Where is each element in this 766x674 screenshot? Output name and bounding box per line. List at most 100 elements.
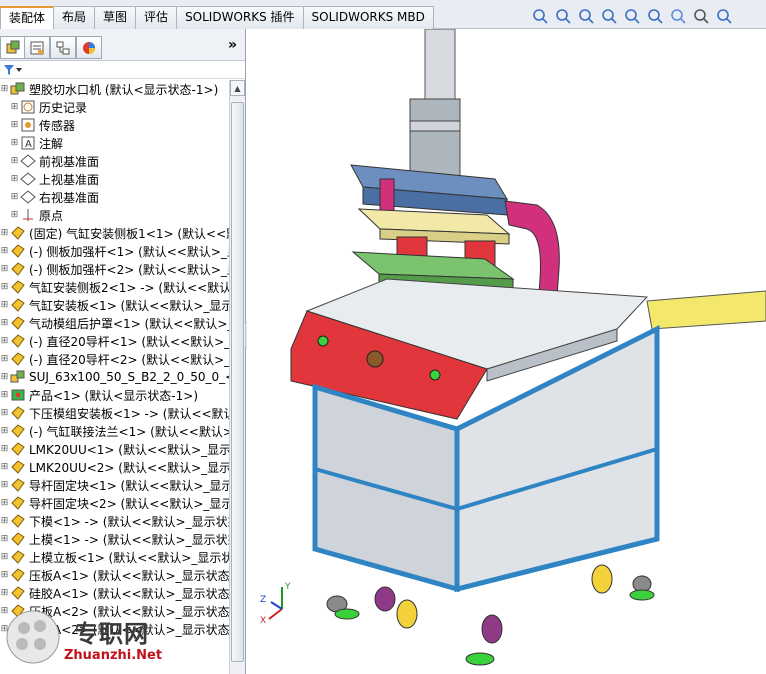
configurationmanager-tab[interactable] (50, 36, 76, 59)
expand-toggle[interactable]: ⊞ (0, 318, 9, 328)
tree-item[interactable]: ⊞ (-) 气缸联接法兰<1> (默认<<默认> (0, 422, 229, 440)
tree-item[interactable]: ⊞ 导杆固定块<1> (默认<<默认>_显示 (0, 476, 229, 494)
part-icon (9, 333, 26, 349)
tree-item[interactable]: ⊞ SUJ_63x100_50_S_B2_2_0_50_0_<1 (0, 368, 229, 386)
expand-toggle[interactable]: ⊞ (0, 588, 9, 598)
scroll-thumb[interactable] (231, 102, 244, 662)
tree-item[interactable]: ⊞ 上视基准面 (0, 170, 229, 188)
part-icon (9, 405, 26, 421)
dynamic-annotation-icon[interactable] (622, 7, 641, 26)
tree-item[interactable]: ⊞ (-) 直径20导杆<1> (默认<<默认>_显 (0, 332, 229, 350)
zoom-to-fit-icon[interactable] (530, 7, 549, 26)
tree-item[interactable]: ⊞ 下压模组安装板<1> -> (默认<<默认 (0, 404, 229, 422)
expand-toggle[interactable]: ⊞ (0, 408, 9, 418)
expand-toggle[interactable]: ⊞ (0, 516, 9, 526)
expand-toggle[interactable]: ⊞ (0, 354, 9, 364)
tree-item[interactable]: ⊞ 历史记录 (0, 98, 229, 116)
chevron-down-icon[interactable] (16, 68, 22, 72)
view-orientation-icon[interactable] (645, 7, 664, 26)
expand-toggle[interactable]: ⊞ (0, 534, 9, 544)
tree-item[interactable]: ⊞ 产品<1> (默认<显示状态-1>) (0, 386, 229, 404)
tree-item[interactable]: ⊞ (固定) 气缸安装侧板1<1> (默认<<默 (0, 224, 229, 242)
tab-4[interactable]: SOLIDWORKS 插件 (176, 6, 304, 29)
tree-item[interactable]: ⊞ 压板A<1> (默认<<默认>_显示状态- (0, 566, 229, 584)
expand-toggle[interactable]: ⊞ (0, 372, 9, 382)
tree-item-label: 注解 (39, 136, 64, 151)
part-icon (9, 261, 26, 277)
display-style-icon[interactable] (668, 7, 687, 26)
colored-part-icon (9, 387, 26, 403)
tree-item[interactable]: ⊞ 导杆固定块<2> (默认<<默认>_显示 (0, 494, 229, 512)
expand-toggle[interactable]: ⊞ (10, 156, 19, 166)
tab-3[interactable]: 评估 (135, 6, 178, 29)
featuremanager-tab[interactable] (0, 36, 26, 59)
expand-toggle[interactable]: ⊞ (10, 102, 19, 112)
tree-item[interactable]: ⊞ 上模<1> -> (默认<<默认>_显示状态 (0, 530, 229, 548)
expand-toggle[interactable]: ⊞ (0, 336, 9, 346)
tree-item[interactable]: ⊞ 原点 (0, 206, 229, 224)
appearance-icon[interactable] (714, 7, 733, 26)
expand-toggle[interactable]: ⊞ (10, 174, 19, 184)
appearance-tab[interactable] (76, 36, 102, 59)
tree-item[interactable]: ⊞ 气缸安装板<1> (默认<<默认>_显示 (0, 296, 229, 314)
expand-toggle[interactable]: ⊞ (0, 84, 9, 94)
expand-toggle[interactable]: ⊞ (10, 120, 19, 130)
triad-z-label: Z (260, 595, 267, 605)
panel-more-button[interactable]: » (228, 37, 237, 53)
expand-toggle[interactable]: ⊞ (10, 192, 19, 202)
hide-show-icon[interactable] (691, 7, 710, 26)
expand-toggle[interactable]: ⊞ (0, 246, 9, 256)
expand-toggle[interactable]: ⊞ (0, 552, 9, 562)
tree-item[interactable]: ⊞ 传感器 (0, 116, 229, 134)
expand-toggle[interactable]: ⊞ (0, 300, 9, 310)
expand-toggle[interactable]: ⊞ (0, 570, 9, 580)
expand-toggle[interactable]: ⊞ (10, 138, 19, 148)
zoom-area-icon[interactable] (553, 7, 572, 26)
tree-item-label: 传感器 (39, 118, 76, 133)
tree-item-label: 下模<1> -> (默认<<默认>_显示状态 (29, 514, 229, 529)
tab-0[interactable]: 装配体 (0, 6, 55, 30)
funnel-icon[interactable] (3, 64, 15, 76)
tree-item[interactable]: ⊞ 硅胶A<1> (默认<<默认>_显示状态- (0, 584, 229, 602)
tree-item[interactable]: ⊞ 气缸安装侧板2<1> -> (默认<<默认> (0, 278, 229, 296)
scroll-up-button[interactable]: ▲ (230, 80, 245, 96)
tree-scrollbar[interactable]: ▲ (229, 80, 245, 674)
expand-toggle[interactable]: ⊞ (0, 390, 9, 400)
tree-item-label: 上视基准面 (39, 172, 100, 187)
tree-item-label: 下压模组安装板<1> -> (默认<<默认 (29, 406, 229, 421)
expand-toggle[interactable]: ⊞ (10, 210, 19, 220)
tree-root-assembly[interactable]: ⊞ 塑胶切水口机 (默认<显示状态-1>) (0, 80, 229, 98)
expand-toggle[interactable]: ⊞ (0, 498, 9, 508)
tree-item[interactable]: ⊞ (-) 侧板加强杆<1> (默认<<默认>_显 (0, 242, 229, 260)
expand-toggle[interactable]: ⊞ (0, 426, 9, 436)
axis-triad (268, 587, 283, 620)
expand-toggle[interactable]: ⊞ (0, 480, 9, 490)
tree-item[interactable]: ⊞ 气动模组后护罩<1> (默认<<默认>_ (0, 314, 229, 332)
expand-toggle[interactable]: ⊞ (0, 282, 9, 292)
graphics-area[interactable]: Y Z X (247, 29, 766, 674)
section-view-icon[interactable] (599, 7, 618, 26)
tree-item[interactable]: ⊞ 右视基准面 (0, 188, 229, 206)
tree-item[interactable]: ⊞ LMK20UU<2> (默认<<默认>_显示 (0, 458, 229, 476)
expand-toggle[interactable]: ⊞ (0, 444, 9, 454)
tree-item[interactable]: ⊞ (-) 直径20导杆<2> (默认<<默认>_显 (0, 350, 229, 368)
tree-item-label: 导杆固定块<1> (默认<<默认>_显示 (29, 478, 229, 493)
expand-toggle[interactable]: ⊞ (0, 462, 9, 472)
expand-toggle[interactable]: ⊞ (0, 228, 9, 238)
tree-item[interactable]: ⊞ A 注解 (0, 134, 229, 152)
part-icon (9, 423, 26, 439)
watermark-en: Zhuanzhi.Net (64, 648, 163, 663)
propertymanager-tab[interactable] (24, 36, 50, 59)
tab-5[interactable]: SOLIDWORKS MBD (302, 6, 434, 29)
tree-item[interactable]: ⊞ (-) 侧板加强杆<2> (默认<<默认>_显 (0, 260, 229, 278)
tree-item-label: (-) 气缸联接法兰<1> (默认<<默认> (29, 424, 229, 439)
tree-item[interactable]: ⊞ 上模立板<1> (默认<<默认>_显示状 (0, 548, 229, 566)
tree-item[interactable]: ⊞ 前视基准面 (0, 152, 229, 170)
tree-item[interactable]: ⊞ LMK20UU<1> (默认<<默认>_显示 (0, 440, 229, 458)
tab-2[interactable]: 草图 (94, 6, 137, 29)
tree-item[interactable]: ⊞ 下模<1> -> (默认<<默认>_显示状态 (0, 512, 229, 530)
previous-view-icon[interactable] (576, 7, 595, 26)
tab-1[interactable]: 布局 (53, 6, 96, 29)
root (9, 81, 26, 97)
expand-toggle[interactable]: ⊞ (0, 264, 9, 274)
